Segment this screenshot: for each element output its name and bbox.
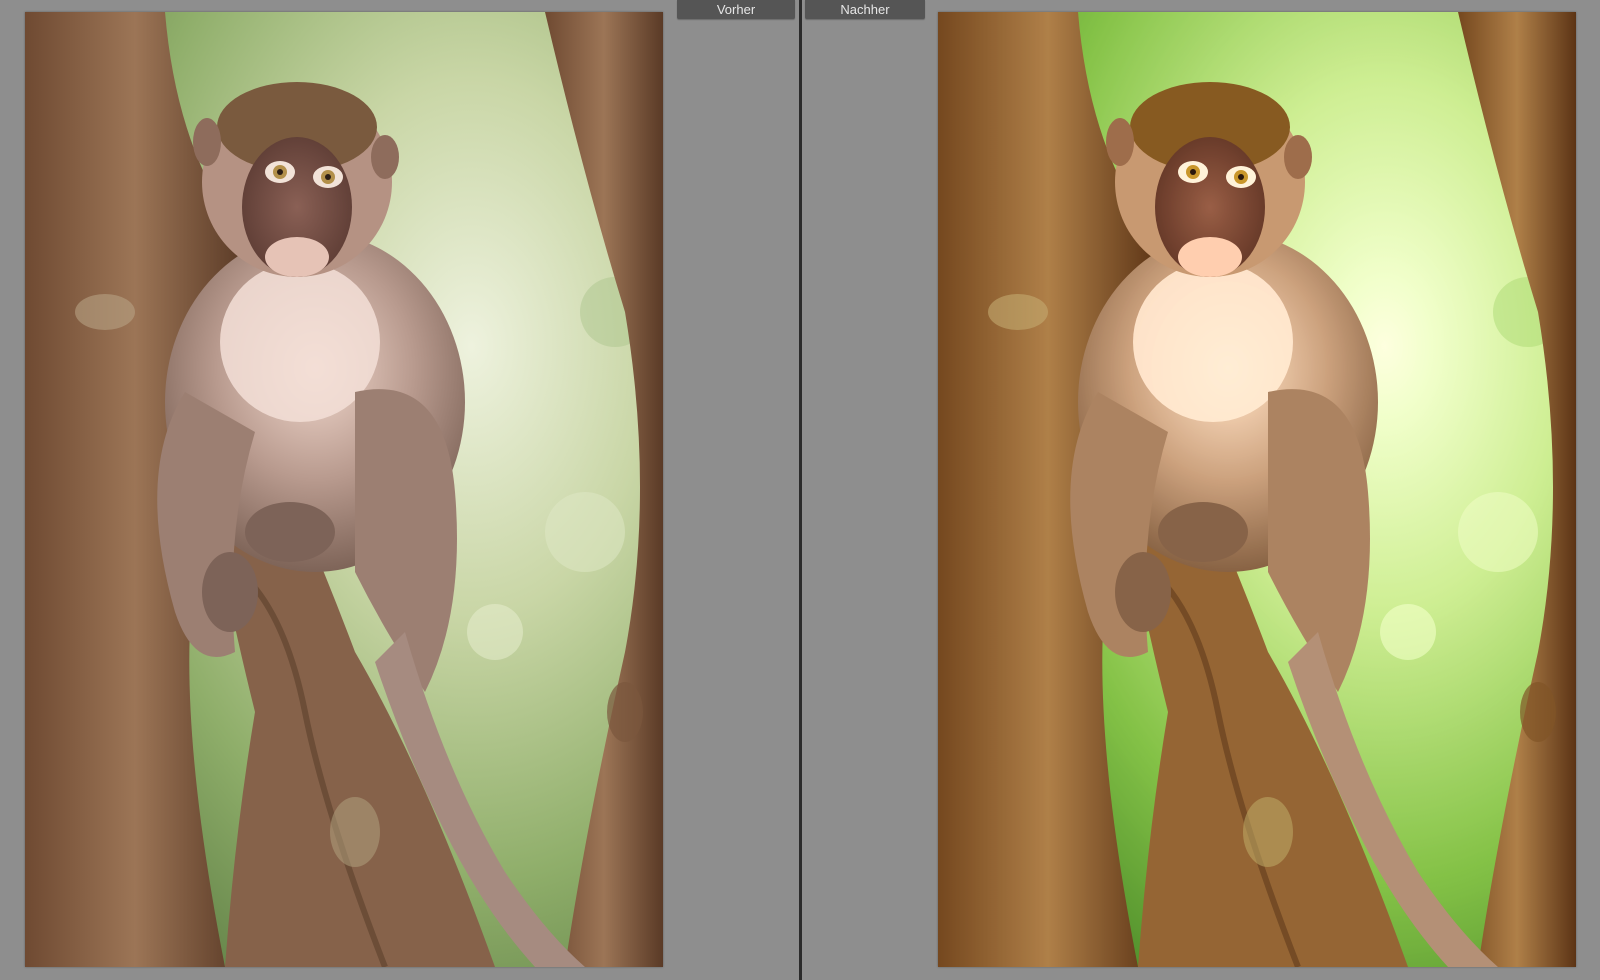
before-photo[interactable]	[25, 12, 663, 967]
before-pane	[0, 0, 799, 980]
before-after-viewer: Vorher Nachher	[0, 0, 1600, 980]
before-label-tab: Vorher	[677, 0, 795, 19]
after-pane	[802, 0, 1600, 980]
monkey-photo-before	[25, 12, 663, 967]
monkey-photo-after	[938, 12, 1576, 967]
after-photo[interactable]	[938, 12, 1576, 967]
after-label-tab: Nachher	[805, 0, 925, 19]
